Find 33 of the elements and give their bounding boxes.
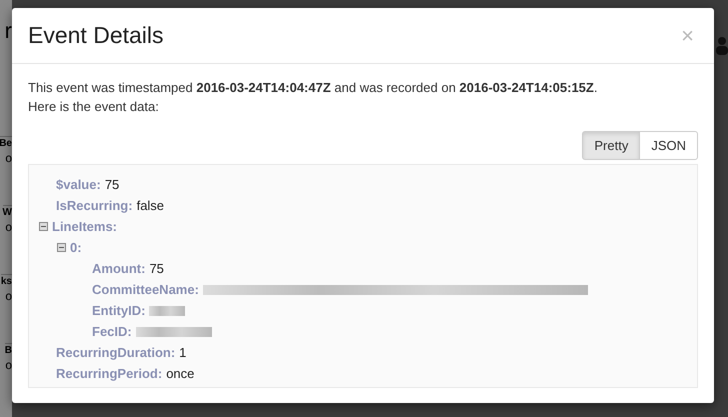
list-item-subtitle: o <box>5 289 12 303</box>
list-item-subtitle: o <box>5 358 12 372</box>
data-key: IsRecurring: <box>56 198 133 213</box>
list-item-title: Be <box>0 137 12 151</box>
list-item-subtitle: o <box>5 151 12 165</box>
list-item-title: B <box>4 344 12 358</box>
list-item-subtitle: o <box>5 220 12 234</box>
page-title: r <box>4 17 12 45</box>
data-key: LineItems: <box>52 219 118 234</box>
data-key: 0: <box>70 240 82 255</box>
data-value: 75 <box>104 177 120 192</box>
data-key: $value: <box>56 177 101 192</box>
data-value: false <box>136 198 164 213</box>
list-item-title: ks <box>0 275 12 289</box>
event-timestamp-text: This event was timestamped 2016-03-24T14:04:47Z and was recorded on 2016-03-24T14:05:15Z. <box>28 79 598 97</box>
data-key: CommitteeName: <box>92 282 199 297</box>
redacted-value <box>149 306 186 316</box>
list-item-title: W <box>2 206 12 220</box>
data-key: Amount: <box>92 261 146 276</box>
users-icon <box>716 36 728 56</box>
event-data-label: Here is the event data: <box>28 98 160 116</box>
view-toggle-button[interactable]: JSON <box>639 131 698 160</box>
data-key: RecurringDuration: <box>56 345 176 360</box>
data-key: FecID: <box>92 324 132 339</box>
data-key: RecurringPeriod: <box>56 366 162 381</box>
data-key: EntityID: <box>92 303 146 318</box>
data-value: once <box>166 366 194 381</box>
data-value: 75 <box>149 261 164 276</box>
collapse-icon[interactable] <box>39 222 48 231</box>
data-value: 1 <box>179 345 186 360</box>
collapse-icon[interactable] <box>57 243 66 252</box>
dialog-title: Event Details <box>28 22 164 49</box>
view-toggle-button[interactable]: Pretty <box>582 131 640 160</box>
